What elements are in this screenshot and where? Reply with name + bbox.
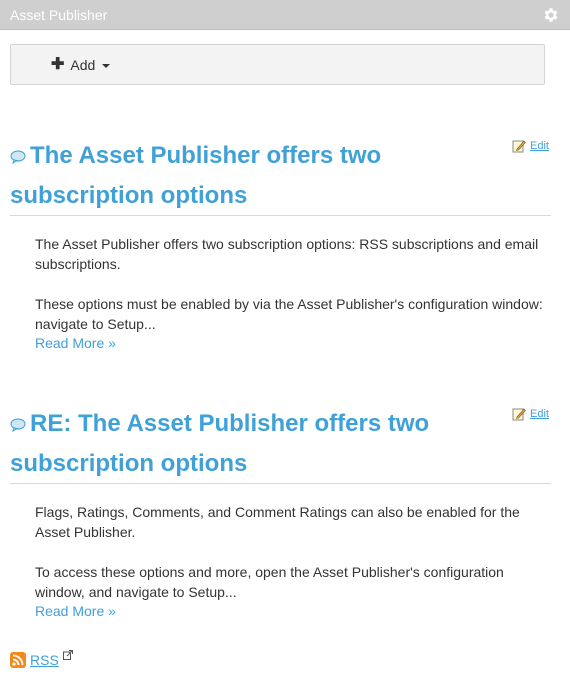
edit-link-label[interactable]: Edit: [530, 140, 549, 152]
asset-title[interactable]: RE: The Asset Publisher offers two subsc…: [10, 404, 530, 484]
asset-title[interactable]: The Asset Publisher offers two subscript…: [10, 136, 530, 216]
summary-paragraph: Flags, Ratings, Comments, and Comment Ra…: [35, 504, 520, 540]
rss-link-label[interactable]: RSS: [30, 652, 59, 668]
rss-icon: [10, 652, 26, 668]
read-more-link[interactable]: Read More »: [35, 335, 116, 351]
add-button[interactable]: ✚ Add: [45, 53, 116, 77]
summary-paragraph: These options must be enabled by via the…: [35, 296, 543, 332]
comment-bubble-icon: [10, 150, 26, 164]
edit-link-label[interactable]: Edit: [530, 408, 549, 420]
edit-pencil-icon: [512, 408, 526, 421]
summary-paragraph: The Asset Publisher offers two subscript…: [35, 236, 539, 272]
read-more-link[interactable]: Read More »: [35, 603, 116, 619]
edit-link[interactable]: Edit: [512, 139, 549, 153]
plus-icon: ✚: [51, 56, 65, 73]
entry-divider: [10, 483, 551, 484]
comment-bubble-icon: [10, 418, 26, 432]
summary-paragraph: To access these options and more, open t…: [35, 564, 504, 600]
caret-down-icon: [102, 63, 111, 68]
portlet-header: Asset Publisher: [0, 0, 570, 30]
asset-title-text[interactable]: RE: The Asset Publisher offers two subsc…: [10, 410, 429, 477]
portlet-title: Asset Publisher: [10, 7, 108, 23]
edit-pencil-icon: [512, 140, 526, 153]
add-toolbar: ✚ Add: [10, 44, 545, 85]
external-link-icon: [62, 650, 73, 660]
rss-link[interactable]: RSS: [10, 650, 73, 668]
entry-divider: [10, 215, 551, 216]
add-button-label: Add: [70, 57, 96, 73]
edit-link[interactable]: Edit: [512, 407, 549, 421]
gear-icon[interactable]: [542, 6, 560, 24]
asset-title-text[interactable]: The Asset Publisher offers two subscript…: [10, 142, 381, 209]
